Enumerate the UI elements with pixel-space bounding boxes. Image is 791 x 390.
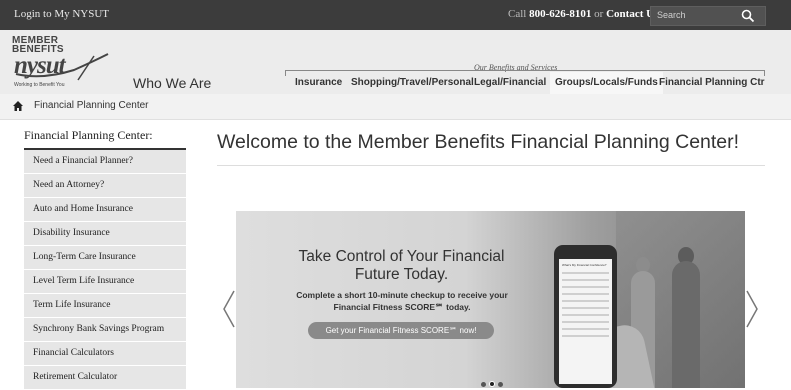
member-benefits-logo[interactable]: MEMBER BENEFITS nysut Working to Benefit… <box>12 34 118 92</box>
login-link[interactable]: Login to My NYSUT <box>14 8 109 20</box>
person-photo <box>672 261 700 388</box>
logo-wordmark: nysut <box>14 52 66 79</box>
page-title: Welcome to the Member Benefits Financial… <box>217 131 740 153</box>
call-prefix: Call <box>508 8 527 20</box>
sidebar-item-calculators[interactable]: Financial Calculators <box>24 342 186 365</box>
phone-image: What's My Financial Confidence? <box>554 245 617 388</box>
or-text: or <box>594 8 604 20</box>
financial-fitness-button[interactable]: Get your Financial Fitness SCORE℠ now! <box>308 322 494 339</box>
phone-number[interactable]: 800-626-8101 <box>529 8 591 20</box>
sidebar-menu: Need a Financial Planner? Need an Attorn… <box>24 150 186 390</box>
chevron-left-icon[interactable] <box>222 289 236 329</box>
magnifier-icon[interactable] <box>741 9 755 23</box>
slide-body: Complete a short 10-minute checkup to re… <box>296 290 508 312</box>
sidebar-item-long-term-care[interactable]: Long-Term Care Insurance <box>24 246 186 269</box>
promo-carousel: Take Control of Your Financial Future To… <box>236 211 745 388</box>
sidebar-item-synchrony[interactable]: Synchrony Bank Savings Program <box>24 318 186 341</box>
sidebar-item-financial-planner[interactable]: Need a Financial Planner? <box>24 150 186 173</box>
who-we-are-link[interactable]: Who We Are <box>133 75 211 91</box>
sidebar-title: Financial Planning Center: <box>24 128 153 142</box>
search-input[interactable] <box>657 8 737 22</box>
home-icon[interactable] <box>12 100 24 112</box>
carousel-dots <box>481 374 506 388</box>
search-box <box>650 6 766 26</box>
sidebar-item-auto-home[interactable]: Auto and Home Insurance <box>24 198 186 221</box>
logo-tagline: Working to Benefit You <box>14 82 65 88</box>
sidebar-item-disability[interactable]: Disability Insurance <box>24 222 186 245</box>
breadcrumb: Financial Planning Center <box>0 94 791 120</box>
carousel-dot-active[interactable] <box>489 381 495 387</box>
sidebar-item-level-term-life[interactable]: Level Term Life Insurance <box>24 270 186 293</box>
top-bar: Login to My NYSUT Call 800-626-8101 or C… <box>0 0 791 30</box>
sidebar-item-attorney[interactable]: Need an Attorney? <box>24 174 186 197</box>
nav-financial-planning-ctr[interactable]: Financial Planning Ctr <box>659 72 765 94</box>
slide-title: Take Control of Your Financial Future To… <box>298 248 505 283</box>
carousel-dot[interactable] <box>498 382 503 387</box>
carousel-dot[interactable] <box>481 382 486 387</box>
nav-insurance[interactable]: Insurance <box>295 72 342 94</box>
contact-line: Call 800-626-8101 or Contact Us <box>508 8 658 20</box>
nav-legal-financial[interactable]: Legal/Financial <box>474 72 546 94</box>
sidebar-item-term-life[interactable]: Term Life Insurance <box>24 294 186 317</box>
phone-screen: What's My Financial Confidence? <box>559 259 612 384</box>
nav-divider <box>285 70 765 76</box>
nav-shopping-travel-personal[interactable]: Shopping/Travel/Personal <box>351 72 474 94</box>
chevron-right-icon[interactable] <box>745 289 759 329</box>
sidebar-item-retirement[interactable]: Retirement Calculator <box>24 366 186 389</box>
nav-groups-locals-funds[interactable]: Groups/Locals/Funds <box>550 72 663 94</box>
phone-heading: What's My Financial Confidence? <box>562 263 607 267</box>
title-divider <box>217 165 765 166</box>
breadcrumb-current: Financial Planning Center <box>34 100 149 111</box>
